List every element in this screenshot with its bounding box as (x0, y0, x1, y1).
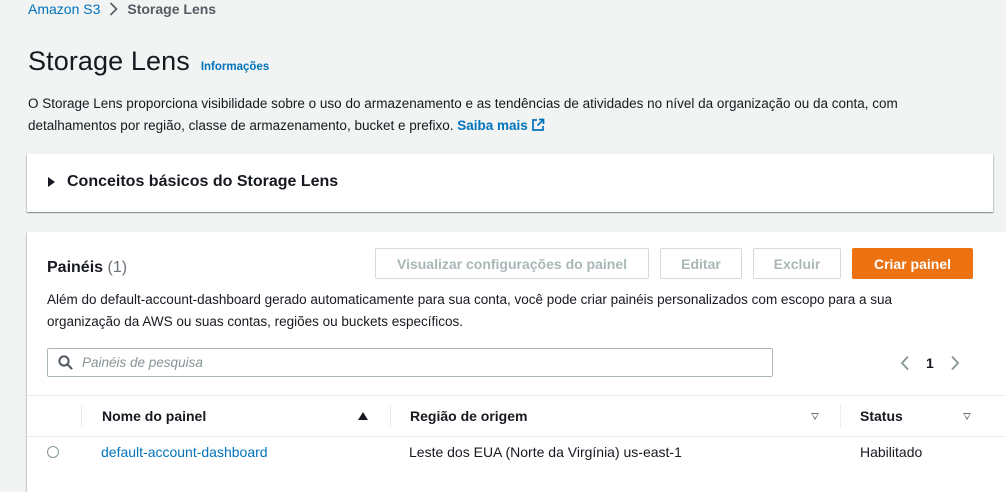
column-divider (81, 405, 82, 427)
chevron-right-icon (109, 2, 119, 16)
dashboards-count: (1) (107, 259, 128, 276)
column-header-name[interactable]: Nome do painel (102, 396, 206, 436)
edit-button[interactable]: Editar (660, 248, 742, 279)
breadcrumb-link-s3[interactable]: Amazon S3 (28, 1, 100, 17)
column-header-status[interactable]: Status (860, 396, 903, 436)
dashboards-description: Além do default-account-dashboard gerado… (47, 292, 893, 329)
search-box[interactable] (47, 348, 773, 377)
table-header: Nome do painel Região de origem Status (27, 395, 1006, 437)
column-divider (390, 405, 391, 427)
caret-right-icon (48, 177, 55, 187)
sort-ascending-icon[interactable] (358, 396, 368, 436)
learn-more-label[interactable]: Saiba mais (457, 118, 528, 133)
page-title: Storage Lens (28, 46, 190, 76)
learn-more-link[interactable]: Saiba mais (457, 118, 545, 133)
column-divider (840, 405, 841, 427)
external-link-icon (531, 117, 545, 139)
row-radio[interactable] (47, 436, 59, 468)
page-header: Storage Lens Informações (28, 46, 269, 77)
dashboards-title: Painéis (1) (47, 259, 127, 277)
info-link[interactable]: Informações (201, 61, 269, 73)
dashboard-status: Habilitado (860, 444, 923, 460)
create-dashboard-button[interactable]: Criar painel (852, 248, 973, 279)
column-header-region[interactable]: Região de origem (410, 396, 527, 436)
view-dashboard-config-button[interactable]: Visualizar configurações do painel (375, 248, 649, 279)
dashboards-panel: Painéis (1) Visualizar configurações do … (27, 232, 1006, 492)
concepts-expander[interactable]: Conceitos básicos do Storage Lens (48, 173, 338, 191)
current-page[interactable]: 1 (926, 355, 934, 371)
pagination: 1 (900, 353, 960, 373)
breadcrumb: Amazon S3 Storage Lens (28, 0, 216, 18)
search-input[interactable] (82, 355, 722, 370)
previous-page-icon[interactable] (900, 355, 910, 371)
sort-icon[interactable] (811, 396, 819, 436)
breadcrumb-current: Storage Lens (127, 1, 217, 17)
next-page-icon[interactable] (950, 355, 960, 371)
dashboards-title-text: Painéis (47, 259, 104, 276)
concepts-panel: Conceitos básicos do Storage Lens (27, 154, 993, 212)
page-description: O Storage Lens proporciona visibilidade … (28, 93, 978, 138)
dashboard-region: Leste dos EUA (Norte da Virgínia) us-eas… (409, 444, 682, 460)
concepts-title: Conceitos básicos do Storage Lens (67, 173, 339, 190)
search-icon (58, 355, 73, 370)
sort-icon[interactable] (963, 396, 971, 436)
delete-button[interactable]: Excluir (753, 248, 841, 279)
dashboard-name-link[interactable]: default-account-dashboard (101, 444, 268, 460)
table-row: default-account-dashboard Leste dos EUA … (27, 436, 1006, 468)
